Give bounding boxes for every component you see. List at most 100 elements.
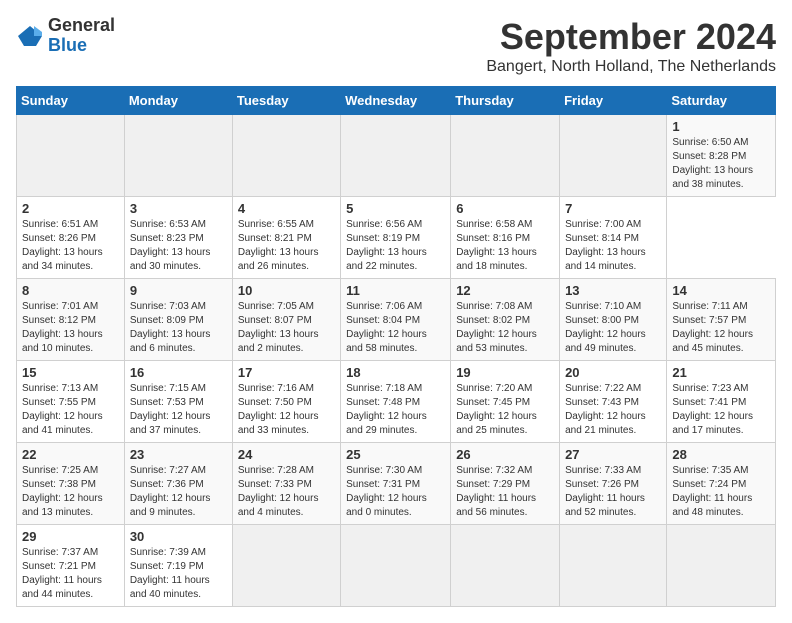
day-number: 24 bbox=[238, 447, 335, 462]
day-number: 7 bbox=[565, 201, 661, 216]
day-content: Sunrise: 7:03 AMSunset: 8:09 PMDaylight:… bbox=[130, 300, 227, 356]
header-sunday: Sunday bbox=[17, 87, 125, 115]
day-content: Sunrise: 7:06 AMSunset: 8:04 PMDaylight:… bbox=[346, 300, 445, 356]
calendar-table: SundayMondayTuesdayWednesdayThursdayFrid… bbox=[16, 86, 776, 607]
day-number: 3 bbox=[130, 201, 227, 216]
day-number: 14 bbox=[672, 283, 770, 298]
day-content: Sunrise: 7:05 AMSunset: 8:07 PMDaylight:… bbox=[238, 300, 335, 356]
location-subtitle: Bangert, North Holland, The Netherlands bbox=[486, 58, 776, 76]
day-content: Sunrise: 7:35 AMSunset: 7:24 PMDaylight:… bbox=[672, 464, 770, 520]
day-number: 30 bbox=[130, 529, 227, 544]
table-row: 4Sunrise: 6:55 AMSunset: 8:21 PMDaylight… bbox=[232, 197, 340, 279]
empty-cell bbox=[232, 115, 340, 197]
day-content: Sunrise: 7:16 AMSunset: 7:50 PMDaylight:… bbox=[238, 382, 335, 438]
header-thursday: Thursday bbox=[451, 87, 560, 115]
logo: General Blue bbox=[16, 16, 115, 56]
empty-cell bbox=[667, 525, 776, 607]
day-content: Sunrise: 7:27 AMSunset: 7:36 PMDaylight:… bbox=[130, 464, 227, 520]
empty-cell bbox=[451, 525, 560, 607]
day-content: Sunrise: 7:30 AMSunset: 7:31 PMDaylight:… bbox=[346, 464, 445, 520]
header-wednesday: Wednesday bbox=[341, 87, 451, 115]
day-content: Sunrise: 6:58 AMSunset: 8:16 PMDaylight:… bbox=[456, 218, 554, 274]
day-number: 19 bbox=[456, 365, 554, 380]
day-content: Sunrise: 7:13 AMSunset: 7:55 PMDaylight:… bbox=[22, 382, 119, 438]
table-row: 12Sunrise: 7:08 AMSunset: 8:02 PMDayligh… bbox=[451, 279, 560, 361]
header-saturday: Saturday bbox=[667, 87, 776, 115]
day-number: 6 bbox=[456, 201, 554, 216]
table-row: 21 Sunrise: 7:23 AMSunset: 7:41 PMDayligh… bbox=[667, 361, 776, 443]
day-number: 21 bbox=[672, 365, 770, 380]
empty-cell bbox=[17, 115, 125, 197]
day-number: 23 bbox=[130, 447, 227, 462]
day-number: 1 bbox=[672, 119, 770, 134]
day-content: Sunrise: 6:53 AMSunset: 8:23 PMDaylight:… bbox=[130, 218, 227, 274]
day-number: 10 bbox=[238, 283, 335, 298]
header: General Blue September 2024 Bangert, Nor… bbox=[16, 16, 776, 76]
day-content: Sunrise: 7:23 AMSunset: 7:41 PMDaylight:… bbox=[672, 382, 770, 438]
table-row: 27Sunrise: 7:33 AMSunset: 7:26 PMDayligh… bbox=[560, 443, 667, 525]
day-number: 15 bbox=[22, 365, 119, 380]
table-row: 22 Sunrise: 7:25 AMSunset: 7:38 PMDayligh… bbox=[17, 443, 125, 525]
day-number: 9 bbox=[130, 283, 227, 298]
table-row: 24 Sunrise: 7:28 AMSunset: 7:33 PMDayligh… bbox=[232, 443, 340, 525]
table-row: 18 Sunrise: 7:18 AMSunset: 7:48 PMDayligh… bbox=[341, 361, 451, 443]
month-title: September 2024 bbox=[486, 16, 776, 58]
table-row: 13Sunrise: 7:10 AMSunset: 8:00 PMDayligh… bbox=[560, 279, 667, 361]
day-content: Sunrise: 7:15 AMSunset: 7:53 PMDaylight:… bbox=[130, 382, 227, 438]
table-row: 9 Sunrise: 7:03 AMSunset: 8:09 PMDaylight… bbox=[124, 279, 232, 361]
day-content: Sunrise: 7:10 AMSunset: 8:00 PMDaylight:… bbox=[565, 300, 661, 356]
header-friday: Friday bbox=[560, 87, 667, 115]
day-content: Sunrise: 7:37 AMSunset: 7:21 PMDaylight:… bbox=[22, 546, 119, 602]
day-content: Sunrise: 6:56 AMSunset: 8:19 PMDaylight:… bbox=[346, 218, 445, 274]
day-content: Sunrise: 7:39 AMSunset: 7:19 PMDaylight:… bbox=[130, 546, 227, 602]
calendar-body: 1 Sunrise: 6:50 AMSunset: 8:28 PMDaylight… bbox=[17, 115, 776, 607]
day-number: 11 bbox=[346, 283, 445, 298]
table-row: 6 Sunrise: 6:58 AMSunset: 8:16 PMDaylight… bbox=[451, 197, 560, 279]
day-number: 25 bbox=[346, 447, 445, 462]
calendar-header: SundayMondayTuesdayWednesdayThursdayFrid… bbox=[17, 87, 776, 115]
day-number: 20 bbox=[565, 365, 661, 380]
table-row: 26 Sunrise: 7:32 AMSunset: 7:29 PMDayligh… bbox=[451, 443, 560, 525]
day-number: 29 bbox=[22, 529, 119, 544]
day-content: Sunrise: 7:28 AMSunset: 7:33 PMDaylight:… bbox=[238, 464, 335, 520]
empty-cell bbox=[560, 115, 667, 197]
empty-cell bbox=[560, 525, 667, 607]
table-row: 15 Sunrise: 7:13 AMSunset: 7:55 PMDayligh… bbox=[17, 361, 125, 443]
table-row: 29 Sunrise: 7:37 AMSunset: 7:21 PMDayligh… bbox=[17, 525, 125, 607]
table-row: 23 Sunrise: 7:27 AMSunset: 7:36 PMDayligh… bbox=[124, 443, 232, 525]
table-row: 3 Sunrise: 6:53 AMSunset: 8:23 PMDaylight… bbox=[124, 197, 232, 279]
table-row: 7 Sunrise: 7:00 AMSunset: 8:14 PMDaylight… bbox=[560, 197, 667, 279]
day-content: Sunrise: 6:50 AMSunset: 8:28 PMDaylight:… bbox=[672, 136, 770, 192]
empty-cell bbox=[232, 525, 340, 607]
day-content: Sunrise: 7:32 AMSunset: 7:29 PMDaylight:… bbox=[456, 464, 554, 520]
day-number: 22 bbox=[22, 447, 119, 462]
table-row: 17 Sunrise: 7:16 AMSunset: 7:50 PMDayligh… bbox=[232, 361, 340, 443]
day-number: 18 bbox=[346, 365, 445, 380]
empty-cell bbox=[124, 115, 232, 197]
day-content: Sunrise: 7:33 AMSunset: 7:26 PMDaylight:… bbox=[565, 464, 661, 520]
day-number: 26 bbox=[456, 447, 554, 462]
table-row: 28 Sunrise: 7:35 AMSunset: 7:24 PMDayligh… bbox=[667, 443, 776, 525]
title-area: September 2024 Bangert, North Holland, T… bbox=[486, 16, 776, 76]
day-content: Sunrise: 7:01 AMSunset: 8:12 PMDaylight:… bbox=[22, 300, 119, 356]
table-row: 5 Sunrise: 6:56 AMSunset: 8:19 PMDaylight… bbox=[341, 197, 451, 279]
logo-blue-text: Blue bbox=[48, 36, 115, 56]
table-row: 10 Sunrise: 7:05 AMSunset: 8:07 PMDayligh… bbox=[232, 279, 340, 361]
day-number: 5 bbox=[346, 201, 445, 216]
day-number: 2 bbox=[22, 201, 119, 216]
day-content: Sunrise: 7:18 AMSunset: 7:48 PMDaylight:… bbox=[346, 382, 445, 438]
day-content: Sunrise: 7:08 AMSunset: 8:02 PMDaylight:… bbox=[456, 300, 554, 356]
table-row: 14Sunrise: 7:11 AMSunset: 7:57 PMDayligh… bbox=[667, 279, 776, 361]
table-row: 30 Sunrise: 7:39 AMSunset: 7:19 PMDayligh… bbox=[124, 525, 232, 607]
day-number: 17 bbox=[238, 365, 335, 380]
header-monday: Monday bbox=[124, 87, 232, 115]
day-number: 28 bbox=[672, 447, 770, 462]
empty-cell bbox=[451, 115, 560, 197]
day-number: 8 bbox=[22, 283, 119, 298]
day-content: Sunrise: 7:00 AMSunset: 8:14 PMDaylight:… bbox=[565, 218, 661, 274]
day-content: Sunrise: 6:55 AMSunset: 8:21 PMDaylight:… bbox=[238, 218, 335, 274]
day-content: Sunrise: 7:22 AMSunset: 7:43 PMDaylight:… bbox=[565, 382, 661, 438]
table-row: 8 Sunrise: 7:01 AMSunset: 8:12 PMDaylight… bbox=[17, 279, 125, 361]
day-content: Sunrise: 7:25 AMSunset: 7:38 PMDaylight:… bbox=[22, 464, 119, 520]
table-row: 20 Sunrise: 7:22 AMSunset: 7:43 PMDayligh… bbox=[560, 361, 667, 443]
